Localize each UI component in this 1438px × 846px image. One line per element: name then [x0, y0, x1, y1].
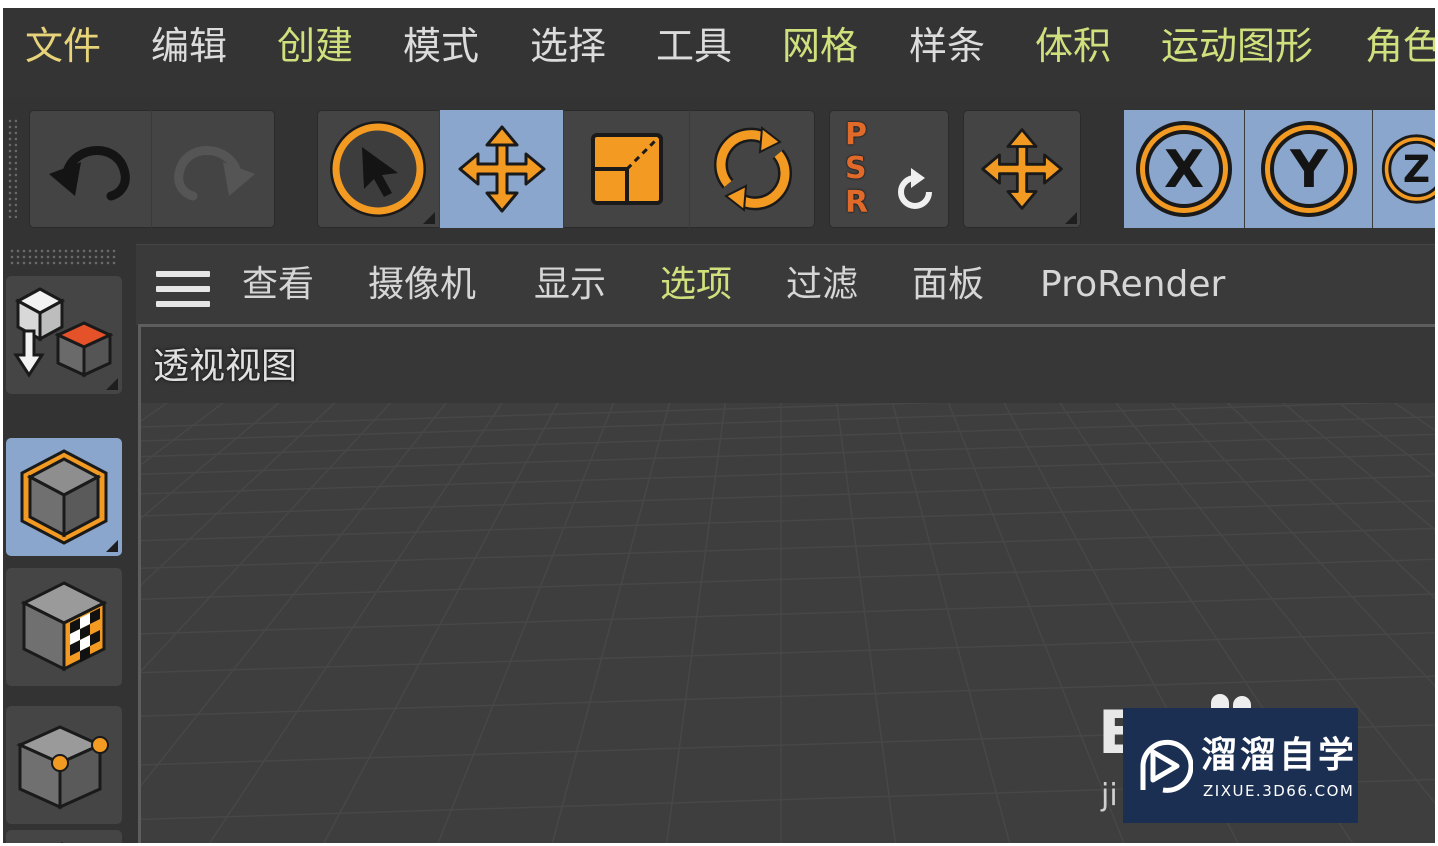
toolbar-grip[interactable]: [7, 118, 17, 218]
watermark-url: ZIXUE.3D66.COM: [1203, 782, 1355, 800]
point-cube-icon: [16, 725, 109, 810]
undo-button[interactable]: [29, 110, 151, 228]
z-axis-label: Z: [1403, 147, 1430, 191]
model-mode-button[interactable]: [6, 438, 122, 556]
psr-p-letter: P: [845, 117, 867, 152]
menu-character[interactable]: 角色: [1365, 20, 1435, 72]
make-editable-button[interactable]: [6, 276, 122, 394]
z-axis-button[interactable]: Z: [1372, 110, 1435, 228]
menu-tools[interactable]: 工具: [656, 20, 732, 72]
edge-icon: [60, 842, 64, 843]
palette-grip[interactable]: [9, 248, 117, 266]
x-axis-button[interactable]: X: [1124, 110, 1244, 228]
main-toolbar: P S R X Y Z: [3, 98, 1435, 248]
viewport-menu-camera[interactable]: 摄像机: [368, 263, 476, 307]
edge-mode-button[interactable]: [6, 830, 122, 843]
viewport-menu-display[interactable]: 显示: [534, 263, 606, 307]
rotate-tool-button[interactable]: [689, 110, 815, 228]
viewport-menu-filter[interactable]: 过滤: [786, 263, 858, 307]
play-logo-icon: [1140, 739, 1193, 793]
transform-tools-group: [317, 110, 815, 228]
psr-r-letter: R: [845, 185, 869, 220]
point-mode-button[interactable]: [6, 706, 122, 824]
viewport-title: 透视视图: [153, 346, 298, 387]
move-tool-button[interactable]: [439, 110, 563, 228]
undo-icon: [49, 146, 130, 201]
axis-lock-group: X Y Z: [1124, 110, 1435, 228]
menu-spline[interactable]: 样条: [909, 20, 985, 72]
live-selection-button[interactable]: [317, 110, 439, 228]
texture-checker-icon: [20, 581, 108, 672]
z-axis-icon: Z: [1381, 134, 1435, 204]
redo-button[interactable]: [151, 110, 275, 228]
watermark-back-text: ji: [1101, 778, 1118, 813]
make-editable-icon: [13, 287, 114, 378]
menu-mesh[interactable]: 网格: [782, 20, 858, 72]
x-axis-icon: X: [1136, 121, 1232, 217]
redo-icon: [173, 146, 255, 201]
viewport-menubar: 查看 摄像机 显示 选项 过滤 面板 ProRender: [136, 244, 1435, 325]
scale-tool-button[interactable]: [563, 110, 689, 228]
undo-redo-group: [29, 110, 275, 228]
y-axis-button[interactable]: Y: [1244, 110, 1372, 228]
menu-select[interactable]: 选择: [530, 20, 606, 72]
cursor-icon: [330, 121, 426, 217]
hamburger-menu-icon[interactable]: [156, 271, 210, 307]
app-window: 文件 编辑 创建 模式 选择 工具 网格 样条 体积 运动图形 角色 P S R…: [3, 8, 1435, 843]
viewport-menu-prorender[interactable]: ProRender: [1040, 263, 1225, 307]
viewport-menu-panel[interactable]: 面板: [912, 263, 984, 307]
viewport-menu-options[interactable]: 选项: [660, 263, 732, 307]
psr-s-letter: S: [845, 151, 867, 186]
reset-rotate-icon: [898, 168, 932, 209]
rotate-icon: [713, 126, 792, 212]
watermark-title: 溜溜自学: [1201, 735, 1358, 776]
menu-volume[interactable]: 体积: [1035, 20, 1111, 72]
y-axis-label: Y: [1289, 140, 1329, 200]
viewport-menu-view[interactable]: 查看: [242, 263, 314, 307]
viewport-title-bar: 透视视图: [141, 327, 1435, 403]
move-arrows-icon: [458, 125, 545, 213]
psr-group: P S R: [829, 110, 949, 228]
menu-mode[interactable]: 模式: [403, 20, 479, 72]
coordinate-tool-group: [963, 110, 1081, 228]
y-axis-icon: Y: [1260, 121, 1357, 217]
psr-letters: P S R: [845, 118, 875, 220]
watermark-badge: 溜溜自学 ZIXUE.3D66.COM: [1123, 708, 1358, 823]
coordinate-move-button[interactable]: [963, 110, 1081, 228]
x-axis-label: X: [1164, 140, 1204, 200]
menu-create[interactable]: 创建: [277, 20, 353, 72]
psr-reset-button[interactable]: P S R: [829, 110, 949, 228]
texture-mode-button[interactable]: [6, 568, 122, 686]
model-cube-icon: [20, 449, 108, 545]
menu-edit[interactable]: 编辑: [151, 20, 227, 72]
scale-icon: [590, 133, 663, 205]
left-mode-palette: [3, 248, 131, 843]
move-cross-icon: [981, 128, 1063, 210]
menu-mograph[interactable]: 运动图形: [1161, 20, 1313, 72]
main-menubar: 文件 编辑 创建 模式 选择 工具 网格 样条 体积 运动图形 角色: [3, 8, 1435, 98]
menu-file[interactable]: 文件: [25, 20, 101, 72]
